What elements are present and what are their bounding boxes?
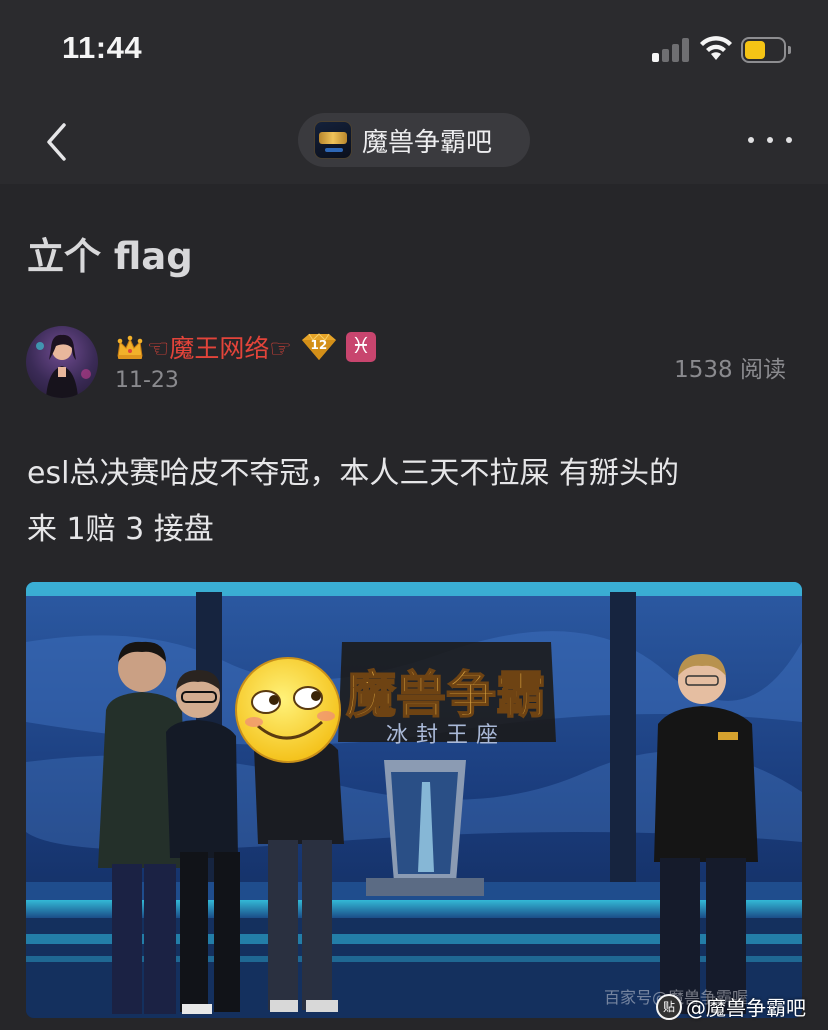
author-avatar[interactable] <box>26 326 98 398</box>
read-count: 1538 阅读 <box>674 357 786 383</box>
cellular-signal-icon <box>652 38 690 62</box>
status-bar: 11:44 <box>0 0 828 100</box>
wifi-icon <box>700 36 732 60</box>
pisces-icon: ♓ <box>345 332 376 362</box>
forum-logo-icon <box>314 121 352 159</box>
level-badge: 12 <box>300 333 338 361</box>
author-info: ☜魔王网络☞ 12 ♓ <box>115 330 376 364</box>
forum-header-pill[interactable]: 魔兽争霸吧 <box>298 113 530 167</box>
back-button[interactable] <box>36 118 76 166</box>
top-navigation-bar: 魔兽争霸吧 <box>0 100 828 184</box>
banner-title: 魔兽争霸 <box>346 665 546 724</box>
post-body: esl总决赛哈皮不夺冠，本人三天不拉屎 有掰头的 来 1赔 3 接盘 <box>27 446 797 558</box>
status-time: 11:44 <box>62 30 143 65</box>
more-options-button[interactable] <box>748 124 792 156</box>
crown-icon <box>117 335 143 359</box>
level-number: 12 <box>310 338 328 352</box>
author-name[interactable]: ☜魔王网络☞ <box>147 329 292 365</box>
banner-subtitle: 冰封王座 <box>386 723 506 748</box>
post-body-line: 来 1赔 3 接盘 <box>27 512 214 547</box>
post-title: 立个 flag <box>27 235 193 278</box>
post-date: 11-23 <box>115 368 179 393</box>
forum-watermark: 贴 @魔兽争霸吧 <box>656 992 806 1021</box>
battery-icon <box>741 37 791 63</box>
watermark-text: @魔兽争霸吧 <box>686 996 806 1020</box>
chevron-left-icon <box>47 123 66 161</box>
post-image[interactable]: 魔兽争霸 冰封王座 <box>26 582 802 1018</box>
post-body-line: esl总决赛哈皮不夺冠，本人三天不拉屎 有掰头的 <box>27 456 679 491</box>
tieba-logo-icon: 贴 <box>656 993 682 1020</box>
emoji-face-sticker <box>235 657 341 763</box>
forum-name: 魔兽争霸吧 <box>362 127 493 158</box>
ellipsis-icon <box>748 137 754 143</box>
